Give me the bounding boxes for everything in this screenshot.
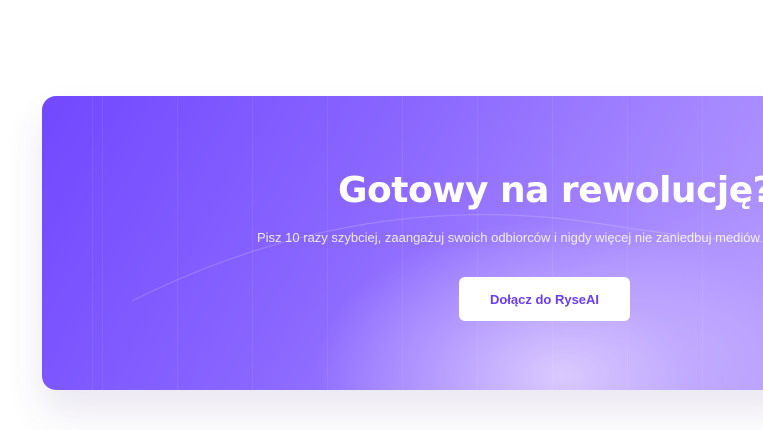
cta-heading: Gotowy na rewolucję? bbox=[338, 170, 763, 211]
page: Gotowy na rewolucję? Pisz 10 razy szybci… bbox=[0, 0, 763, 430]
cta-subtext: Pisz 10 razy szybciej, zaangażuj swoich … bbox=[257, 230, 760, 245]
join-ryseai-button[interactable]: Dołącz do RyseAI bbox=[459, 277, 630, 321]
cta-banner: Gotowy na rewolucję? Pisz 10 razy szybci… bbox=[42, 96, 763, 390]
